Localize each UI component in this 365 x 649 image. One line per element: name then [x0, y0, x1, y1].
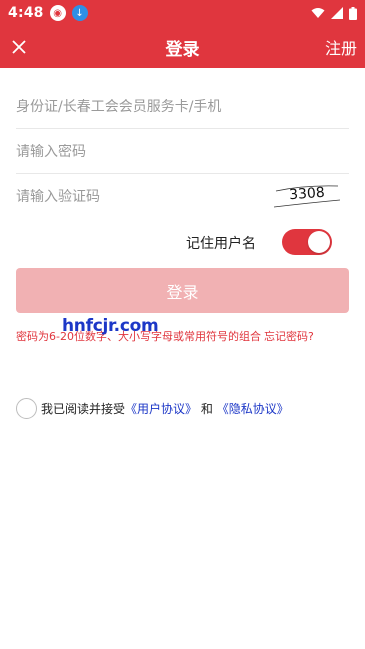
- password-hint: 密码为6-20位数字、大小写字母或常用符号的组合 忘记密码?: [16, 328, 314, 344]
- privacy-agreement-link[interactable]: 《隐私协议》: [217, 402, 289, 416]
- agreement-prefix: 我已阅读并接受: [41, 402, 126, 416]
- agreement-and: 和: [200, 402, 213, 416]
- register-button[interactable]: 注册: [325, 35, 357, 59]
- username-field[interactable]: [16, 85, 349, 129]
- download-icon: ↓: [71, 5, 88, 21]
- status-time: 4:48: [8, 5, 44, 21]
- page-title: 登录: [165, 39, 200, 60]
- login-button[interactable]: 登录: [16, 268, 349, 313]
- signal-icon: [331, 7, 343, 19]
- captcha-input[interactable]: [16, 189, 246, 205]
- wifi-icon: [311, 8, 325, 18]
- password-field[interactable]: [16, 130, 349, 174]
- user-agreement-link[interactable]: 《用户协议》: [125, 402, 197, 416]
- password-input[interactable]: [16, 143, 349, 160]
- forgot-password-link[interactable]: 忘记密码?: [264, 330, 314, 343]
- watermark: hnfcjr.com: [62, 316, 159, 336]
- toggle-knob: [308, 231, 330, 253]
- title-bar: 登录 注册: [0, 26, 365, 68]
- battery-icon: [349, 6, 357, 20]
- app-notification-icon: ◉: [49, 5, 66, 21]
- remember-username-toggle[interactable]: [282, 229, 332, 255]
- username-input[interactable]: [16, 98, 349, 115]
- remember-username-label: 记住用户名: [186, 236, 256, 252]
- status-bar: 4:48 ◉ ↓: [0, 0, 365, 26]
- captcha-image[interactable]: 3308: [274, 183, 340, 209]
- agreement-checkbox[interactable]: [16, 398, 37, 419]
- agreement-row: 我已阅读并接受《用户协议》 和 《隐私协议》: [16, 398, 289, 419]
- agreement-text: 我已阅读并接受《用户协议》 和 《隐私协议》: [41, 400, 289, 417]
- status-indicators: [311, 6, 357, 20]
